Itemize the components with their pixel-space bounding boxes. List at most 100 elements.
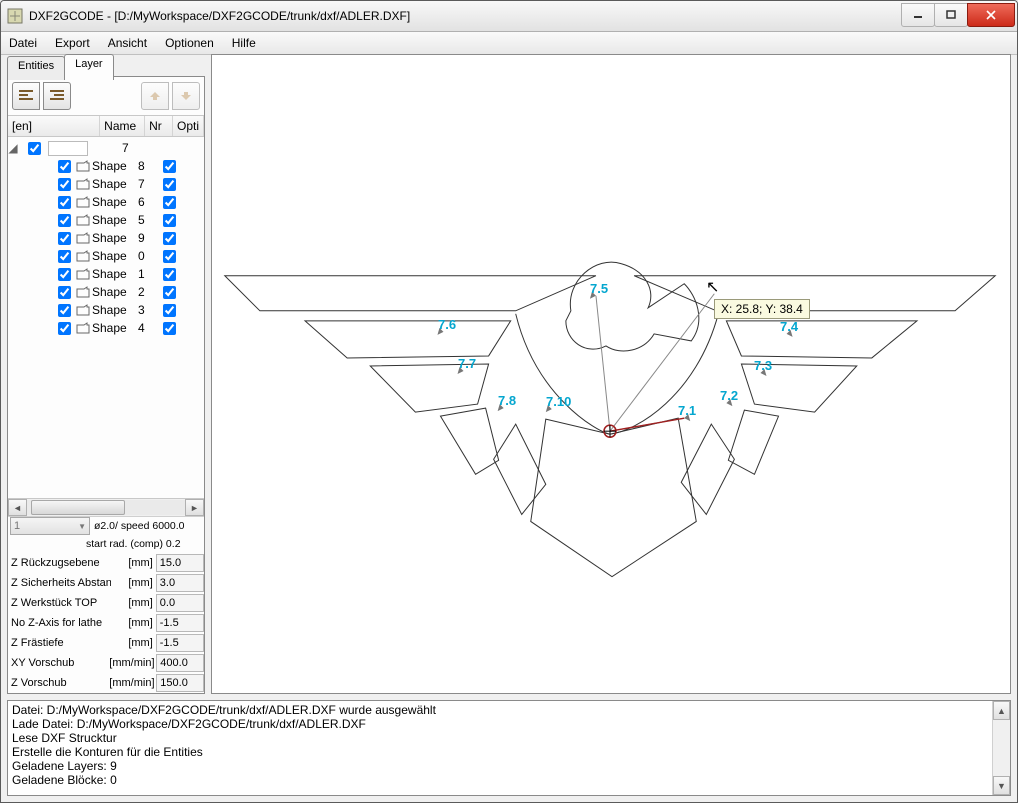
window-title: DXF2GCODE - [D:/MyWorkspace/DXF2GCODE/tr… (29, 9, 902, 23)
log-line: Geladene Blöcke: 0 (12, 773, 1006, 787)
param-value[interactable]: 400.0 (156, 654, 204, 672)
menu-ansicht[interactable]: Ansicht (108, 36, 147, 50)
scroll-left-icon[interactable]: ◄ (8, 499, 27, 516)
param-value[interactable]: -1.5 (156, 634, 204, 652)
layer-tree[interactable]: [en] Name Nr Opti ◢ (8, 115, 204, 498)
scroll-right-icon[interactable]: ► (185, 499, 204, 516)
shape-enable-checkbox[interactable] (58, 268, 71, 281)
scroll-thumb[interactable] (31, 500, 125, 515)
close-button[interactable] (967, 3, 1015, 27)
tool-select[interactable]: 1▼ (10, 517, 90, 535)
shape-name: Shape (92, 321, 138, 335)
param-value[interactable]: 15.0 (156, 554, 204, 572)
shape-icon (74, 250, 92, 262)
shape-opt-checkbox[interactable] (163, 268, 176, 281)
titlebar[interactable]: DXF2GCODE - [D:/MyWorkspace/DXF2GCODE/tr… (1, 1, 1017, 32)
shape-enable-checkbox[interactable] (58, 304, 71, 317)
log-line: Geladene Layers: 9 (12, 759, 1006, 773)
menu-optionen[interactable]: Optionen (165, 36, 214, 50)
menu-hilfe[interactable]: Hilfe (232, 36, 256, 50)
shape-enable-checkbox[interactable] (58, 196, 71, 209)
shape-icon (74, 268, 92, 280)
tree-row[interactable]: ◢Shape7 (8, 175, 204, 193)
tree-root-row[interactable]: ◢ 7 (8, 139, 204, 157)
minimize-button[interactable] (901, 3, 935, 27)
shape-enable-checkbox[interactable] (58, 232, 71, 245)
menubar: Datei Export Ansicht Optionen Hilfe (1, 32, 1017, 55)
shape-enable-checkbox[interactable] (58, 286, 71, 299)
tab-layer[interactable]: Layer (64, 54, 114, 80)
shape-name: Shape (92, 159, 138, 173)
shape-enable-checkbox[interactable] (58, 160, 71, 173)
param-value[interactable]: 150.0 (156, 674, 204, 692)
shape-opt-checkbox[interactable] (163, 304, 176, 317)
shape-opt-checkbox[interactable] (163, 178, 176, 191)
tree-row[interactable]: ◢Shape9 (8, 229, 204, 247)
shape-nr: 6 (138, 195, 156, 209)
align-indent-button[interactable] (43, 82, 71, 110)
shape-nr: 1 (138, 267, 156, 281)
param-unit: [mm] (111, 597, 156, 609)
tree-row[interactable]: ◢Shape3 (8, 301, 204, 319)
param-value[interactable]: 3.0 (156, 574, 204, 592)
param-row: XY Vorschub[mm/min]400.0 (8, 653, 204, 673)
maximize-button[interactable] (934, 3, 968, 27)
params-panel: 1▼ ø2.0/ speed 6000.0 start rad. (comp) … (8, 516, 204, 693)
shape-opt-checkbox[interactable] (163, 322, 176, 335)
tree-row[interactable]: ◢Shape8 (8, 157, 204, 175)
tree-row[interactable]: ◢Shape2 (8, 283, 204, 301)
root-enable-checkbox[interactable] (28, 142, 41, 155)
param-unit: [mm] (111, 577, 156, 589)
drawing-canvas[interactable]: 7.57.67.47.77.37.87.27.107.1 ↖ X: 25.8; … (211, 54, 1011, 694)
shape-enable-checkbox[interactable] (58, 214, 71, 227)
shape-opt-checkbox[interactable] (163, 196, 176, 209)
shape-nr: 5 (138, 213, 156, 227)
shape-icon (74, 304, 92, 316)
shape-opt-checkbox[interactable] (163, 160, 176, 173)
shape-opt-checkbox[interactable] (163, 286, 176, 299)
log-panel[interactable]: Datei: D:/MyWorkspace/DXF2GCODE/trunk/dx… (7, 700, 1011, 796)
menu-export[interactable]: Export (55, 36, 90, 50)
coord-tooltip: X: 25.8; Y: 38.4 (714, 299, 810, 319)
tree-row[interactable]: ◢Shape5 (8, 211, 204, 229)
shape-icon (74, 232, 92, 244)
shape-enable-checkbox[interactable] (58, 250, 71, 263)
col-nr[interactable]: Nr (145, 116, 173, 136)
drawing-svg (212, 55, 1010, 693)
main-window: DXF2GCODE - [D:/MyWorkspace/DXF2GCODE/tr… (0, 0, 1018, 803)
col-en[interactable]: [en] (8, 116, 100, 136)
shape-nr: 4 (138, 321, 156, 335)
shape-enable-checkbox[interactable] (58, 178, 71, 191)
shape-name: Shape (92, 213, 138, 227)
shape-enable-checkbox[interactable] (58, 322, 71, 335)
shape-icon (74, 214, 92, 226)
col-name[interactable]: Name (100, 116, 145, 136)
shape-opt-checkbox[interactable] (163, 214, 176, 227)
scroll-down-icon[interactable]: ▼ (993, 776, 1010, 795)
menu-datei[interactable]: Datei (9, 36, 37, 50)
root-name-edit[interactable] (48, 141, 88, 156)
tab-entities[interactable]: Entities (7, 56, 65, 80)
shape-nr: 2 (138, 285, 156, 299)
col-opt[interactable]: Opti (173, 116, 204, 136)
shape-opt-checkbox[interactable] (163, 232, 176, 245)
param-label: Z Frästiefe (8, 637, 111, 649)
shape-opt-checkbox[interactable] (163, 250, 176, 263)
collapse-icon[interactable]: ◢ (8, 141, 18, 155)
shape-nr: 9 (138, 231, 156, 245)
param-value[interactable]: 0.0 (156, 594, 204, 612)
tree-row[interactable]: ◢Shape4 (8, 319, 204, 337)
move-down-button[interactable] (172, 82, 200, 110)
scroll-up-icon[interactable]: ▲ (993, 701, 1010, 720)
align-left-button[interactable] (12, 82, 40, 110)
shape-name: Shape (92, 231, 138, 245)
tree-hscroll[interactable]: ◄ ► (8, 498, 204, 516)
tree-row[interactable]: ◢Shape6 (8, 193, 204, 211)
tree-row[interactable]: ◢Shape1 (8, 265, 204, 283)
shape-nr: 8 (138, 159, 156, 173)
log-scrollbar[interactable]: ▲ ▼ (992, 701, 1010, 795)
shape-name: Shape (92, 177, 138, 191)
param-value[interactable]: -1.5 (156, 614, 204, 632)
tree-row[interactable]: ◢Shape0 (8, 247, 204, 265)
move-up-button[interactable] (141, 82, 169, 110)
